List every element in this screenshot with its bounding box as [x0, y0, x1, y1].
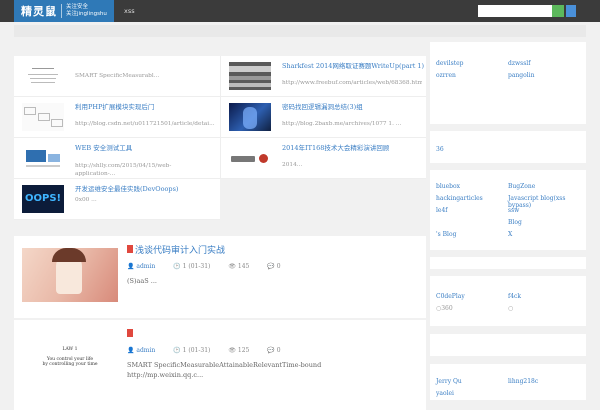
- friend-link[interactable]: ○360: [436, 305, 453, 312]
- blogroll-link[interactable]: BugZone: [508, 183, 535, 190]
- empty-cell: [220, 179, 426, 220]
- recommended-item[interactable]: Sharkfest 2014网络取证赛题WriteUp(part 1) http…: [220, 56, 426, 97]
- thumb-oops: OOPS!: [22, 185, 64, 213]
- tag-link[interactable]: pangolin: [508, 72, 534, 79]
- item-desc: http://shlly.com/2015/04/15/web-applicat…: [75, 163, 172, 177]
- sidebar-links-widget: bluebox BugZone hackingarticles Javascri…: [430, 170, 586, 250]
- item-title[interactable]: WEB 安全测试工具: [75, 142, 132, 152]
- sidebar-header-widget: [430, 257, 586, 269]
- breadcrumb-bar: [14, 25, 586, 37]
- thumb-chart: [22, 144, 64, 172]
- sidebar-members-widget: Jerry Qu lihng218c yaolei: [430, 364, 586, 400]
- blogroll-link[interactable]: le4f: [436, 207, 448, 214]
- post-excerpt: (S)aaS ...: [127, 277, 157, 285]
- sidebar-blank-widget: [430, 334, 586, 356]
- sidebar-count-widget: 36: [430, 131, 586, 163]
- post-thumb-quote[interactable]: LAW 1 You control your life by controlli…: [22, 336, 118, 390]
- thumb-law: LAW 1: [62, 347, 78, 352]
- author-name[interactable]: admin: [136, 263, 155, 270]
- thumb-oops-text: OOPS!: [25, 193, 62, 204]
- post-item: LAW 1 You control your life by controlli…: [14, 320, 426, 410]
- tag-link[interactable]: dzwsslf: [508, 60, 530, 67]
- thumb-device: [229, 144, 271, 172]
- friend-link[interactable]: ○: [508, 305, 513, 312]
- logo-subtitle-line1: 关注安全: [66, 4, 89, 10]
- recommended-item[interactable]: 密码找回逻辑漏洞总结(3)组 http://blog.2baxb.me/arch…: [220, 97, 426, 138]
- post-date: 🕑 1 (01-31): [173, 263, 211, 270]
- user-menu-button[interactable]: [566, 5, 576, 17]
- item-desc: SMART SpecificMeasurabl...: [75, 73, 160, 79]
- sidebar-friends-widget: C0dePlay f4ck ○360 ○: [430, 276, 586, 326]
- search-button[interactable]: [552, 5, 564, 17]
- post-comments[interactable]: 💬 0: [267, 263, 280, 270]
- comments-count: 0: [276, 347, 281, 354]
- post-views: 👁 145: [228, 263, 250, 270]
- author-link[interactable]: 👤 admin: [127, 263, 155, 270]
- post-flag-icon: [127, 245, 133, 253]
- thumb-line2: by controlling your time: [42, 362, 98, 367]
- member-link[interactable]: yaolei: [436, 390, 454, 397]
- blogroll-link[interactable]: X: [508, 231, 512, 238]
- item-title[interactable]: 开发运维安全最佳实践(DevOoops): [75, 183, 178, 193]
- member-link[interactable]: Jerry Qu: [436, 378, 462, 385]
- site-logo[interactable]: 精灵鼠 关注安全 关注jinglingshu: [14, 0, 114, 22]
- post-meta: 👤 admin 🕑 1 (01-31) 👁 125 💬 0: [127, 347, 281, 354]
- author-name[interactable]: admin: [136, 347, 155, 354]
- recommended-item[interactable]: 利用PHP扩展模块实现后门 http://blog.csdn.net/u0117…: [14, 97, 220, 138]
- date-text: 1 (01-31): [182, 263, 211, 270]
- recommended-item[interactable]: SMART SpecificMeasurabl...: [14, 56, 220, 97]
- item-title[interactable]: Sharkfest 2014网络取证赛题WriteUp(part 1): [282, 60, 424, 70]
- post-views: 👁 125: [228, 347, 250, 354]
- top-navbar: 精灵鼠 关注安全 关注jinglingshu xss: [0, 0, 600, 22]
- thumb-notes: [22, 62, 64, 90]
- post-date: 🕑 1 (01-31): [173, 347, 211, 354]
- comments-count: 0: [276, 263, 281, 270]
- item-title[interactable]: 密码找回逻辑漏洞总结(3)组: [282, 101, 363, 111]
- post-flag-icon: [127, 329, 133, 337]
- item-desc: 0x00 ...: [75, 197, 97, 203]
- logo-subtitle-line2: 关注jinglingshu: [66, 11, 107, 17]
- post-meta: 👤 admin 🕑 1 (01-31) 👁 145 💬 0: [127, 263, 281, 270]
- thumb-anime: [229, 103, 271, 131]
- friend-link[interactable]: C0dePlay: [436, 293, 465, 300]
- logo-title: 精灵鼠: [21, 5, 57, 18]
- post-thumb-illustration[interactable]: [22, 248, 118, 302]
- tag-link[interactable]: ozrren: [436, 72, 456, 79]
- blogroll-link[interactable]: 's Blog: [436, 231, 456, 238]
- post-comments[interactable]: 💬 0: [267, 347, 280, 354]
- logo-subtitle: 关注安全 关注jinglingshu: [66, 4, 107, 18]
- logo-divider: [61, 4, 62, 18]
- views-count: 145: [237, 263, 250, 270]
- blogroll-link[interactable]: bluebox: [436, 183, 460, 190]
- tag-link[interactable]: devilstep: [436, 60, 464, 67]
- post-excerpt: SMART SpecificMeasurableAttainableReleva…: [127, 361, 322, 379]
- nav-item-xss[interactable]: xss: [124, 7, 135, 15]
- member-link[interactable]: lihng218c: [508, 378, 538, 385]
- post-item: 浅谈代码审计入门实战 👤 admin 🕑 1 (01-31) 👁 145 💬 0…: [14, 236, 426, 318]
- item-desc: http://www.freebuf.com/articles/web/6836…: [282, 80, 422, 86]
- date-text: 1 (01-31): [182, 347, 211, 354]
- item-desc: http://blog.2baxb.me/archives/1077 1. ..…: [282, 121, 402, 127]
- item-title[interactable]: 2014年IT168技术大会精彩演讲回顾: [282, 142, 389, 152]
- recommended-item[interactable]: 2014年IT168技术大会精彩演讲回顾 2014...: [220, 138, 426, 179]
- friend-link[interactable]: f4ck: [508, 293, 521, 300]
- search-input[interactable]: [478, 5, 552, 17]
- item-title[interactable]: 利用PHP扩展模块实现后门: [75, 101, 154, 111]
- blogroll-link[interactable]: Blog: [508, 219, 522, 226]
- item-desc: 2014...: [282, 162, 303, 168]
- thumb-diagram: [22, 103, 64, 131]
- blogroll-link[interactable]: hackingarticles: [436, 195, 483, 202]
- item-desc: http://blog.csdn.net/u011721501/article/…: [75, 121, 215, 127]
- thumb-screenshot: [229, 62, 271, 90]
- blogroll-link[interactable]: ssw: [508, 207, 519, 214]
- views-count: 125: [237, 347, 250, 354]
- sidebar-tags-widget: devilstep dzwsslf ozrren pangolin: [430, 42, 586, 124]
- author-link[interactable]: 👤 admin: [127, 347, 155, 354]
- recommended-item[interactable]: WEB 安全测试工具 http://shlly.com/2015/04/15/w…: [14, 138, 220, 179]
- recommended-item[interactable]: OOPS! 开发运维安全最佳实践(DevOoops) 0x00 ...: [14, 179, 220, 220]
- count-text: 36: [436, 146, 444, 153]
- recommended-grid: SMART SpecificMeasurabl... Sharkfest 201…: [14, 56, 426, 220]
- post-title[interactable]: 浅谈代码审计入门实战: [135, 243, 225, 256]
